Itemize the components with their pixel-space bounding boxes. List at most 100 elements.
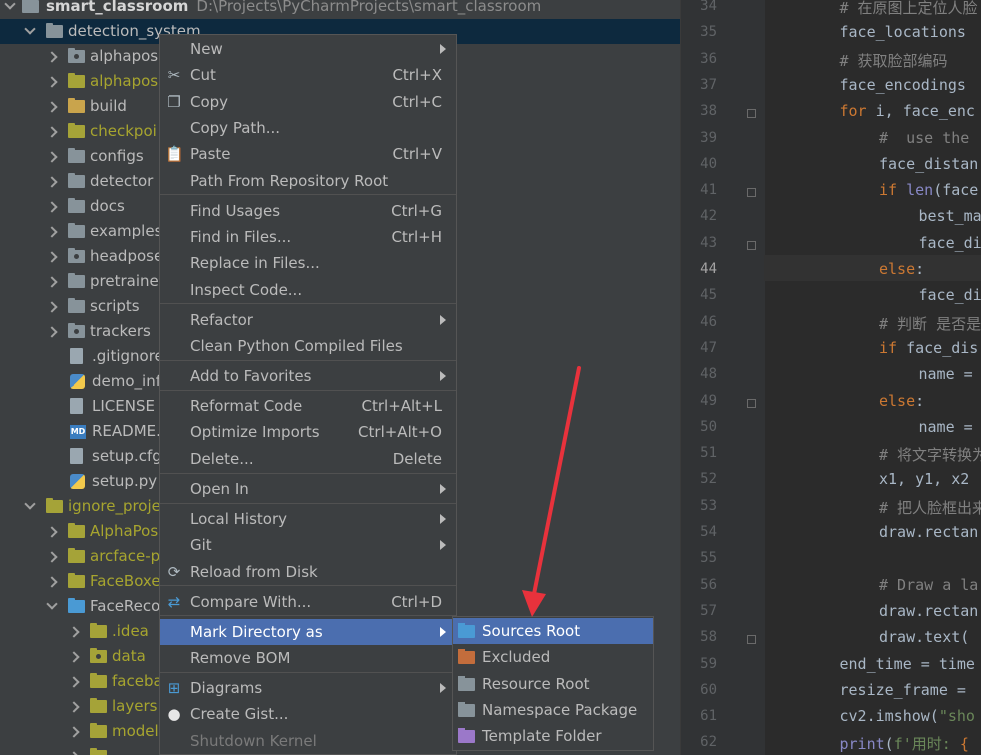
- submenu-item-namespace-package[interactable]: Namespace Package: [453, 697, 653, 723]
- line-number: 59: [700, 655, 717, 672]
- chevron-right-icon[interactable]: [68, 726, 80, 738]
- menu-item-copy[interactable]: ❐ Copy Ctrl+C: [160, 89, 456, 115]
- chevron-right-icon[interactable]: [46, 201, 58, 213]
- menu-item-new[interactable]: New: [160, 36, 456, 62]
- menu-item-reformat-code[interactable]: Reformat Code Ctrl+Alt+L: [160, 393, 456, 419]
- folder-icon: [68, 223, 85, 238]
- fold-marker-icon[interactable]: [747, 398, 756, 408]
- menu-item-clean-python-compiled-files[interactable]: Clean Python Compiled Files: [160, 333, 456, 359]
- chevron-right-icon[interactable]: [68, 676, 80, 688]
- line-number: 35: [700, 24, 717, 41]
- menu-item-optimize-imports[interactable]: Optimize Imports Ctrl+Alt+O: [160, 419, 456, 445]
- menu-item-find-usages[interactable]: Find Usages Ctrl+G: [160, 198, 456, 224]
- code-token: else: [879, 391, 916, 410]
- menu-item-compare-with[interactable]: ⇄ Compare With... Ctrl+D: [160, 589, 456, 615]
- fold-marker-icon[interactable]: [747, 188, 756, 198]
- chevron-right-icon[interactable]: [46, 301, 58, 313]
- code-token: name =: [918, 365, 973, 384]
- chevron-down-icon[interactable]: [24, 23, 36, 35]
- code-line: resize_frame =: [840, 681, 966, 699]
- chevron-right-icon[interactable]: [46, 326, 58, 338]
- submenu-item-resource-root[interactable]: Resource Root: [453, 671, 653, 697]
- menu-item-inspect-code[interactable]: Inspect Code...: [160, 277, 456, 303]
- menu-item-diagrams[interactable]: ⊞ Diagrams: [160, 675, 456, 701]
- mark-directory-submenu[interactable]: Sources Root Excluded Resource Root Namespa…: [452, 616, 654, 751]
- menu-item-delete[interactable]: Delete... Delete: [160, 446, 456, 472]
- code-token: f'用时:: [893, 735, 960, 754]
- chevron-right-icon[interactable]: [68, 651, 80, 663]
- chevron-right-icon[interactable]: [46, 101, 58, 113]
- menu-item-replace-in-files[interactable]: Replace in Files...: [160, 250, 456, 276]
- context-menu[interactable]: New ✂ Cut Ctrl+X ❐ Copy Ctrl+C Copy Path... 📋 Pas…: [159, 34, 457, 755]
- chevron-right-icon[interactable]: [68, 626, 80, 638]
- chevron-right-icon[interactable]: [46, 126, 58, 138]
- scissors-icon: ✂: [167, 66, 181, 85]
- line-number: 57: [700, 602, 717, 619]
- chevron-right-icon[interactable]: [46, 576, 58, 588]
- fold-marker-icon[interactable]: [747, 109, 756, 119]
- code-token: best_ma: [918, 207, 981, 226]
- code-line: # 在原图上定位人脸: [840, 0, 978, 18]
- chevron-right-icon[interactable]: [46, 51, 58, 63]
- menu-separator: [160, 472, 456, 474]
- code-token: # Draw a la: [879, 575, 979, 594]
- chevron-down-icon[interactable]: [46, 598, 58, 610]
- menu-item-label: Inspect Code...: [190, 280, 303, 299]
- code-token: (face: [933, 181, 979, 200]
- folder-icon: [90, 698, 107, 713]
- chevron-right-icon[interactable]: [46, 551, 58, 563]
- menu-item-create-gist[interactable]: ● Create Gist...: [160, 701, 456, 727]
- line-number: 42: [700, 208, 717, 225]
- menu-item-label: Open In: [190, 479, 249, 498]
- chevron-right-icon[interactable]: [46, 251, 58, 263]
- menu-item-paste[interactable]: 📋 Paste Ctrl+V: [160, 141, 456, 167]
- menu-item-add-to-favorites[interactable]: Add to Favorites: [160, 363, 456, 389]
- folder-icon: [68, 198, 85, 213]
- chevron-right-icon[interactable]: [46, 151, 58, 163]
- menu-item-path-from-repository-root[interactable]: Path From Repository Root: [160, 168, 456, 194]
- chevron-down-icon[interactable]: [24, 498, 36, 510]
- chevron-right-icon[interactable]: [68, 701, 80, 713]
- fold-marker-icon[interactable]: [747, 635, 756, 645]
- code-token: # use the: [879, 128, 970, 147]
- tree-item-label: configs: [90, 147, 144, 165]
- markdown-file-icon: MD: [70, 425, 86, 439]
- python-file-icon: [70, 374, 85, 389]
- menu-item-cut[interactable]: ✂ Cut Ctrl+X: [160, 62, 456, 88]
- menu-item-copy-path[interactable]: Copy Path...: [160, 115, 456, 141]
- chevron-right-icon[interactable]: [46, 76, 58, 88]
- chevron-right-icon[interactable]: [46, 526, 58, 538]
- submenu-item-template-folder[interactable]: Template Folder: [453, 723, 653, 749]
- menu-item-shortcut: Ctrl+V: [392, 145, 442, 164]
- chevron-right-icon[interactable]: [46, 226, 58, 238]
- menu-item-open-in[interactable]: Open In: [160, 476, 456, 502]
- tree-item-label: scripts: [90, 297, 140, 315]
- code-token: draw.rectan: [879, 601, 979, 620]
- chevron-right-icon[interactable]: [46, 276, 58, 288]
- menu-item-label: Git: [190, 536, 212, 555]
- submenu-item-excluded[interactable]: Excluded: [453, 644, 653, 670]
- menu-item-reload-from-disk[interactable]: ⟳ Reload from Disk: [160, 559, 456, 585]
- menu-item-mark-directory-as[interactable]: Mark Directory as: [160, 618, 456, 645]
- menu-item-remove-bom[interactable]: Remove BOM: [160, 645, 456, 671]
- code-editor[interactable]: 34 35 36 37 38 39 40 41 42 43 44 45 46 47 48 49 50 51 52 53…: [680, 0, 981, 755]
- chevron-down-icon[interactable]: [4, 0, 16, 10]
- line-number: 36: [700, 50, 717, 67]
- folder-icon: [46, 498, 63, 513]
- chevron-right-icon[interactable]: [68, 751, 80, 755]
- folder-icon: [68, 123, 85, 138]
- line-number: 40: [700, 155, 717, 172]
- menu-item-refactor[interactable]: Refactor: [160, 307, 456, 333]
- fold-marker-icon[interactable]: [747, 240, 756, 250]
- chevron-right-icon[interactable]: [46, 176, 58, 188]
- menu-item-git[interactable]: Git: [160, 532, 456, 558]
- submenu-item-label: Namespace Package: [482, 700, 638, 719]
- code-token: {: [959, 735, 969, 754]
- project-name: smart_classroom: [46, 0, 189, 15]
- folder-icon: [68, 273, 85, 288]
- tree-root-row[interactable]: smart_classroom D:\Projects\PyCharmProjec…: [0, 0, 680, 19]
- menu-item-label: Copy Path...: [190, 118, 281, 137]
- menu-item-find-in-files[interactable]: Find in Files... Ctrl+H: [160, 224, 456, 250]
- submenu-item-sources-root[interactable]: Sources Root: [453, 618, 653, 644]
- menu-item-local-history[interactable]: Local History: [160, 506, 456, 532]
